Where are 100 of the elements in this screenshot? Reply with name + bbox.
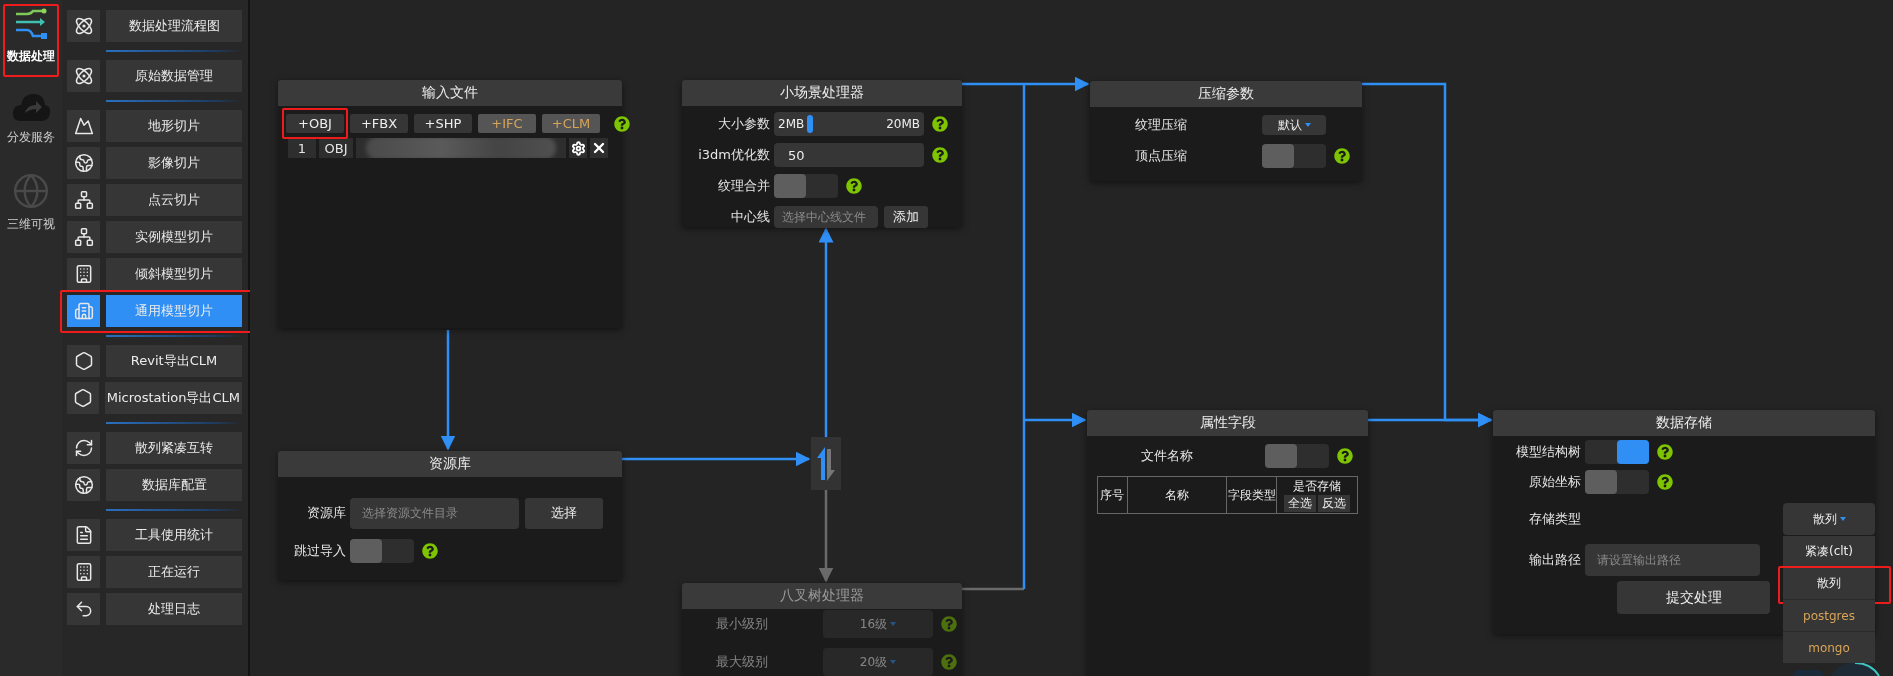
rail-item[interactable]: 数据处理 [3,4,59,73]
cloud-icon [11,91,51,123]
menu-item[interactable]: 原始数据管理 [106,60,242,92]
building-icon[interactable] [67,295,100,327]
dropdown-option[interactable]: 散列 [1783,568,1875,599]
menu-item[interactable]: 点云切片 [106,184,242,216]
globe-icon[interactable] [67,469,100,501]
field-label: 资源库 [306,504,347,522]
globe-icon [12,172,50,210]
field-label: 存储类型 [1528,510,1582,528]
text-field[interactable]: 50 [774,143,924,167]
mountain-icon[interactable] [67,110,100,142]
file-type: OBJ [319,138,353,158]
submit-button[interactable]: 提交处理 [1617,581,1770,614]
field-label: 模型结构树 [1515,442,1582,461]
panel-title: 输入文件 [278,80,622,106]
atom-icon[interactable] [67,60,100,92]
add-format-button[interactable]: +OBJ [286,114,344,133]
help-icon[interactable] [1657,443,1673,460]
help-icon[interactable] [846,178,862,194]
document-icon[interactable] [67,519,100,551]
field-label: 大小参数 [717,115,771,133]
help-icon[interactable] [614,115,630,132]
menu-item[interactable]: Revit导出CLM [106,345,242,377]
field-label: 最大级别 [715,653,769,671]
field-label: 最小级别 [715,615,769,633]
network-icon[interactable] [67,184,100,216]
panel-title: 属性字段 [1087,410,1368,436]
menu-item[interactable]: 散列紧凑互转 [106,432,242,464]
field-label: 中心线 [730,208,771,226]
undo-icon[interactable] [67,593,100,625]
toggle-switch[interactable] [1262,144,1326,168]
slider-min-label: 2MB [778,117,805,131]
toggle-switch[interactable] [1585,469,1649,494]
panel-title: 资源库 [278,451,622,477]
connector-arrow [1024,412,1087,428]
menu-item[interactable]: 处理日志 [106,593,242,625]
menu-item[interactable]: Microstation导出CLM [104,382,242,414]
column-action-button[interactable]: 全选 [1284,495,1317,512]
file-index: 1 [288,138,316,158]
panel-title: 数据存储 [1493,410,1875,436]
field-label: 输出路径 [1528,551,1582,569]
toggle-switch[interactable] [774,174,838,198]
browse-button[interactable]: 添加 [884,206,928,228]
close-icon[interactable] [590,138,608,158]
column-header: 是否存储 [1292,478,1343,495]
help-icon[interactable] [422,543,438,559]
panel-title: 压缩参数 [1090,81,1362,107]
slider-max-label: 20MB [886,117,920,131]
buildings-icon[interactable] [67,258,100,290]
gauge-icon [1793,660,1883,676]
toggle-switch[interactable] [1585,439,1649,464]
browse-button[interactable]: 选择 [525,497,603,529]
help-icon[interactable] [1337,448,1353,464]
add-format-button[interactable]: +FBX [350,114,408,133]
menu-item[interactable]: 地形切片 [106,110,242,142]
menu-item[interactable]: 正在运行 [106,556,242,588]
help-icon[interactable] [932,116,948,132]
field-label: i3dm优化数 [697,146,771,164]
field-label: 跳过导入 [293,542,347,560]
column-action-button[interactable]: 反选 [1318,495,1351,512]
field-label: 纹理合并 [717,177,771,195]
menu-item[interactable]: 数据库配置 [106,469,242,501]
atom-icon[interactable] [67,10,100,42]
panel-title: 小场景处理器 [682,80,962,106]
field-label: 文件名称 [1140,447,1194,465]
path-field[interactable]: 选择资源文件目录 [350,497,519,529]
field-label: 顶点压缩 [1134,147,1188,165]
toggle-switch[interactable] [1265,444,1329,468]
menu-item[interactable]: 工具使用统计 [106,519,242,551]
field-label: 原始坐标 [1528,472,1582,491]
help-icon[interactable] [932,147,948,163]
refresh-icon[interactable] [67,432,100,464]
column-header: 名称 [1164,486,1191,504]
add-format-button[interactable]: +SHP [414,114,472,133]
size-slider[interactable]: 2MB 20MB [774,112,924,136]
globe-icon[interactable] [67,147,100,179]
settings-icon[interactable] [569,138,587,158]
menu-item[interactable]: 数据处理流程图 [106,10,242,42]
dropdown[interactable]: 散列 [1783,503,1875,535]
menu-item[interactable]: 实例模型切片 [106,221,242,253]
rail-item[interactable]: 分发服务 [3,87,59,154]
field-label: 纹理压缩 [1134,116,1188,134]
help-icon[interactable] [1657,473,1673,490]
dropdown-option[interactable]: 紧凑(clt) [1783,536,1875,567]
dropdown[interactable]: 默认 [1262,115,1326,135]
toggle-switch[interactable] [350,539,414,563]
help-icon[interactable] [1334,148,1350,164]
slider-thumb[interactable] [807,115,813,133]
branching-lines-icon [13,8,49,42]
panel-title: 八叉树处理器 [682,583,962,609]
menu-item[interactable]: 倾斜模型切片 [106,258,242,290]
swap-icon[interactable] [811,437,841,490]
network-icon[interactable] [67,221,100,253]
column-header: 序号 [1099,486,1126,504]
menu-item[interactable]: 影像切片 [106,147,242,179]
rail-item[interactable]: 三维可视 [3,168,59,241]
buildings-icon[interactable] [67,556,100,588]
path-field[interactable]: 选择中心线文件 [774,206,878,228]
text-field[interactable]: 请设置输出路径 [1585,544,1760,576]
